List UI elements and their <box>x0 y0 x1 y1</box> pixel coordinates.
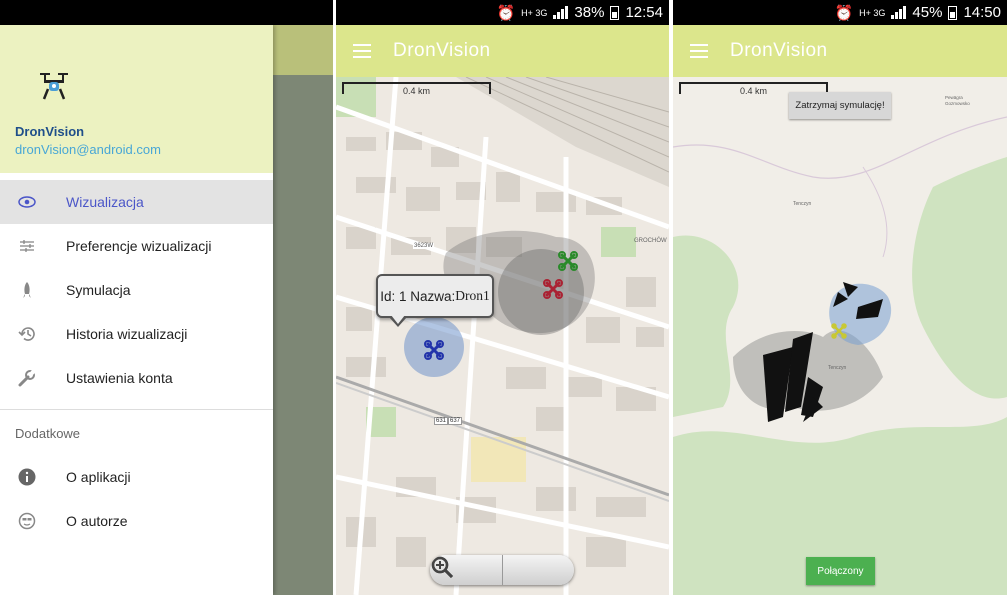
map-label-area: GROCHÓW <box>634 238 667 244</box>
menu-item-label: Symulacja <box>66 282 131 298</box>
zoom-in-icon <box>431 556 454 579</box>
clock: 12:54 <box>625 4 663 21</box>
menu-item-o-aplikacji[interactable]: O aplikacji <box>0 455 273 499</box>
drawer-header: DronVision dronVision@android.com <box>0 25 273 173</box>
map-label-place-1: Tenczyn <box>793 201 812 207</box>
alarm-icon: ⏰ <box>834 4 854 22</box>
app-bar: DronVision <box>336 25 669 77</box>
signal-icon <box>891 6 907 19</box>
zoom-controls <box>430 555 574 585</box>
map-scale-bar: 0.4 km <box>342 82 491 96</box>
menu-item-wizualizacja[interactable]: Wizualizacja <box>0 180 273 224</box>
tooltip-drone-name: Dron1 <box>455 288 490 303</box>
battery-level: 45% <box>912 4 943 21</box>
app-title: DronVision <box>393 40 491 61</box>
city-map[interactable]: 0.4 km 3623W GROCHÓW 631 637 Id: 1 Nazwa… <box>336 77 669 595</box>
terrain-map[interactable]: 0.4 km Tenczyn Tenczyn Pewägra Gozmowsko… <box>673 77 1007 595</box>
eye-icon <box>16 196 38 208</box>
menu-item-o-autorze[interactable]: O autorze <box>0 499 273 543</box>
menu-hamburger-icon[interactable] <box>353 44 371 58</box>
menu-item-label: O aplikacji <box>66 469 131 485</box>
map-label-place-2: Tenczyn <box>828 365 847 371</box>
zoom-in-button[interactable] <box>431 555 575 585</box>
menu-hamburger-icon[interactable] <box>690 44 708 58</box>
menu-item-historia[interactable]: Historia wizualizacji <box>0 312 273 356</box>
menu-item-label: Ustawienia konta <box>66 370 173 386</box>
background-map-dimmed <box>273 25 333 595</box>
section-header: Dodatkowe <box>15 426 81 441</box>
status-bar <box>0 0 333 25</box>
drawer-screen: DronVision dronVision@android.com Wizual… <box>0 0 333 595</box>
scale-label: 0.4 km <box>402 86 430 96</box>
network-type: H+ 3G <box>521 7 548 18</box>
status-bar: ⏰ H+ 3G 38% 12:54 <box>336 0 669 25</box>
battery-icon <box>610 5 620 20</box>
sliders-icon <box>16 239 38 253</box>
tooltip-id-label: Id: 1 Nazwa: <box>380 288 456 304</box>
wrench-icon <box>16 369 38 387</box>
drawer-menu: Wizualizacja Preferencje wizualizacji Sy… <box>0 180 273 400</box>
user-email: dronVision@android.com <box>15 142 161 157</box>
info-icon <box>16 468 38 486</box>
battery-level: 38% <box>574 4 605 21</box>
menu-item-label: O autorze <box>66 513 128 529</box>
app-bar: DronVision <box>673 25 1007 77</box>
menu-item-preferencje[interactable]: Preferencje wizualizacji <box>0 224 273 268</box>
map-label-road-2: 637 <box>448 417 463 425</box>
map-tiles <box>336 77 669 595</box>
map-screen: ⏰ H+ 3G 38% 12:54 DronVision 0.4 km 3623… <box>336 0 669 595</box>
app-title: DronVision <box>730 40 828 61</box>
clock: 14:50 <box>963 4 1001 21</box>
app-name: DronVision <box>15 124 85 139</box>
network-type: H+ 3G <box>859 7 886 18</box>
drone-info-tooltip: Id: 1 Nazwa: Dron1 <box>376 274 494 318</box>
battery-icon <box>948 5 958 20</box>
menu-item-symulacja[interactable]: Symulacja <box>0 268 273 312</box>
map-label-street: 3623W <box>413 243 435 249</box>
drone-marker-blue[interactable] <box>424 340 444 360</box>
rocket-icon <box>16 281 38 299</box>
menu-item-label: Historia wizualizacji <box>66 326 188 342</box>
status-bar: ⏰ H+ 3G 45% 14:50 <box>673 0 1007 25</box>
drone-logo-icon <box>40 73 68 100</box>
menu-item-ustawienia[interactable]: Ustawienia konta <box>0 356 273 400</box>
navigation-drawer: DronVision dronVision@android.com Wizual… <box>0 25 273 595</box>
simulation-screen: ⏰ H+ 3G 45% 14:50 DronVision 0.4 km Tenc… <box>673 0 1007 595</box>
connected-status-button[interactable]: Połączony <box>806 557 875 585</box>
menu-item-label: Wizualizacja <box>66 194 144 210</box>
drone-marker-green[interactable] <box>558 251 578 271</box>
menu-item-label: Preferencje wizualizacji <box>66 238 212 254</box>
extra-menu: O aplikacji O autorze <box>0 455 273 543</box>
signal-icon <box>553 6 569 19</box>
map-label-road-1: 631 <box>434 417 449 425</box>
drone-marker-red[interactable] <box>543 279 563 299</box>
stop-simulation-button[interactable]: Zatrzymaj symulację! <box>789 92 891 119</box>
alarm-icon: ⏰ <box>496 4 516 22</box>
face-icon <box>16 512 38 530</box>
map-label-place-3: Pewägra Gozmowsko <box>945 95 970 106</box>
history-icon <box>16 326 38 342</box>
map-tiles <box>673 77 1007 595</box>
tooltip-pointer <box>389 315 407 327</box>
